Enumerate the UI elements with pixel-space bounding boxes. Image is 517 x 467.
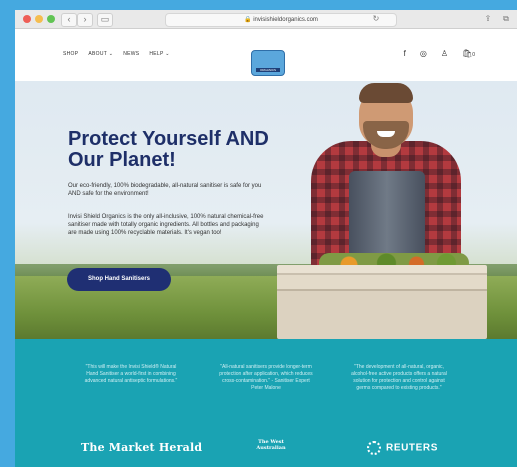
press-quote: "All-natural sanitisers provide longer-t… xyxy=(219,364,313,391)
reuters-wordmark: REUTERS xyxy=(386,442,438,454)
press-quote: "This will make the Invisi Shield® Natur… xyxy=(84,364,178,384)
maximize-window-button[interactable] xyxy=(47,15,55,23)
cart-icon[interactable]: 🛍0 xyxy=(462,49,475,58)
back-icon[interactable]: ‹ xyxy=(61,13,77,27)
browser-toolbar: ‹ › ▭ 🔒 invisishieldorganics.com ↻ ⇪ ⧉ xyxy=(15,10,517,29)
forward-icon[interactable]: › xyxy=(77,13,93,27)
url-text: invisishieldorganics.com xyxy=(253,17,318,23)
hero-intro-text: Our eco-friendly, 100% biodegradable, al… xyxy=(68,183,262,197)
browser-window: ‹ › ▭ 🔒 invisishieldorganics.com ↻ ⇪ ⧉ S… xyxy=(15,10,517,467)
press-quote: "The development of all-natural, organic… xyxy=(351,364,447,391)
reuters-icon xyxy=(367,441,381,455)
address-bar[interactable]: 🔒 invisishieldorganics.com xyxy=(165,13,397,27)
close-window-button[interactable] xyxy=(23,15,31,23)
farmer-photo xyxy=(277,81,517,339)
hero-title: Protect Yourself AND Our Planet! xyxy=(68,128,269,171)
west-australian-logo: The West Australian xyxy=(256,439,286,451)
shop-hand-sanitisers-button[interactable]: Shop Hand Sanitisers xyxy=(67,268,171,291)
hero-section: Protect Yourself AND Our Planet! Our eco… xyxy=(15,81,517,339)
wooden-crate xyxy=(277,265,487,339)
share-icon[interactable]: ⇪ xyxy=(481,13,495,25)
brand-logo[interactable]: ORGANICS xyxy=(251,50,285,76)
reuters-logo: REUTERS xyxy=(367,441,438,455)
nav-shop[interactable]: SHOP xyxy=(63,51,78,57)
instagram-icon[interactable]: ◎ xyxy=(420,49,427,58)
cart-count: 0 xyxy=(472,52,475,58)
nav-about[interactable]: ABOUT ⌄ xyxy=(88,51,113,57)
minimize-window-button[interactable] xyxy=(35,15,43,23)
site-header: SHOP ABOUT ⌄ NEWS HELP ⌄ ORGANICS f ◎ ♙ … xyxy=(15,29,517,81)
main-nav: SHOP ABOUT ⌄ NEWS HELP ⌄ xyxy=(63,51,170,57)
farmer-hair xyxy=(359,83,413,103)
reload-icon[interactable]: ↻ xyxy=(369,13,383,25)
account-icon[interactable]: ♙ xyxy=(441,49,448,58)
logo-label: ORGANICS xyxy=(256,68,280,72)
header-icons: f ◎ ♙ 🛍0 xyxy=(404,49,475,58)
market-herald-logo: The Market Herald xyxy=(81,441,203,454)
nav-help[interactable]: HELP ⌄ xyxy=(149,51,169,57)
hero-body-text: Invisi Shield Organics is the only all-i… xyxy=(68,214,264,236)
tabs-icon[interactable]: ⧉ xyxy=(499,13,513,25)
facebook-icon[interactable]: f xyxy=(404,49,406,58)
nav-news[interactable]: NEWS xyxy=(123,51,139,57)
press-section: "This will make the Invisi Shield® Natur… xyxy=(15,339,517,467)
lock-icon: 🔒 xyxy=(244,17,252,23)
sidebar-icon[interactable]: ▭ xyxy=(97,13,113,27)
